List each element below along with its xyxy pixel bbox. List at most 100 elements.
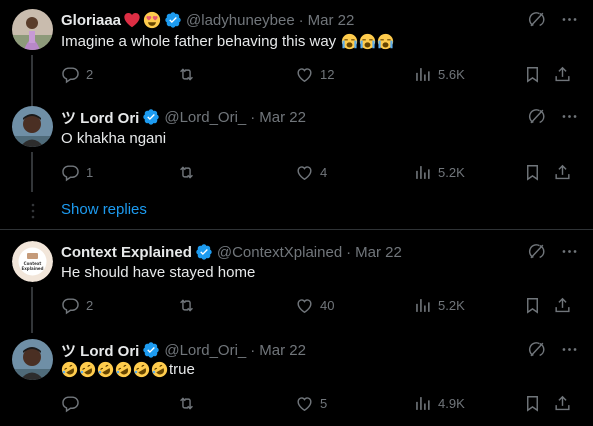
display-name[interactable]: Context Explained	[61, 244, 192, 261]
verified-badge-icon	[142, 341, 160, 359]
avatar[interactable]	[12, 9, 53, 50]
verified-badge-icon	[142, 108, 160, 126]
tweet-text-content: true	[169, 361, 195, 378]
separator: ·	[346, 243, 352, 261]
bookmark-button[interactable]	[523, 65, 553, 84]
share-button[interactable]	[553, 163, 572, 182]
tweet-actions: 5 4.9K	[61, 392, 579, 414]
reply-button[interactable]: 2	[61, 65, 177, 84]
grok-icon[interactable]	[527, 107, 546, 126]
views-button[interactable]: 4.9K	[413, 394, 523, 413]
tweet-actions: 2 40 5.2K	[61, 294, 579, 316]
views-button[interactable]: 5.2K	[413, 296, 523, 315]
tweet-header: ツ Lord Ori @Lord_Ori_ · Mar 22	[61, 340, 306, 360]
avatar[interactable]	[12, 106, 53, 147]
reply-button[interactable]	[61, 394, 177, 413]
more-icon[interactable]	[560, 242, 579, 261]
tweet-date[interactable]: Mar 22	[355, 244, 402, 261]
separator: ·	[250, 108, 256, 126]
tweet-top-actions	[527, 107, 579, 126]
bookmark-button[interactable]	[523, 394, 553, 413]
bookmark-button[interactable]	[523, 163, 553, 182]
tweet-header: ツ Lord Ori @Lord_Ori_ · Mar 22	[61, 107, 306, 127]
tweet-top-actions	[527, 242, 579, 261]
laughing-emojis	[61, 361, 168, 378]
reply-button[interactable]: 2	[61, 296, 177, 315]
loudly-crying-icon	[359, 33, 376, 50]
thread-line	[31, 152, 33, 192]
tweet-date[interactable]: Mar 22	[308, 12, 355, 29]
verified-badge-icon	[195, 243, 213, 261]
display-name[interactable]: ツ Lord Ori	[61, 107, 139, 128]
user-handle[interactable]: @Lord_Ori_	[164, 342, 246, 359]
reply-count: 2	[86, 66, 94, 82]
like-count: 40	[320, 297, 335, 313]
view-count: 5.2K	[438, 297, 465, 313]
tweet-top-actions	[527, 10, 579, 29]
rolling-laughing-icon	[133, 361, 150, 378]
more-icon[interactable]	[560, 107, 579, 126]
like-count: 4	[320, 164, 328, 180]
tweet-date[interactable]: Mar 22	[259, 342, 306, 359]
like-button[interactable]: 12	[295, 65, 413, 84]
user-handle[interactable]: @Lord_Ori_	[164, 109, 246, 126]
red-heart-icon	[123, 11, 141, 29]
like-button[interactable]: 5	[295, 394, 413, 413]
heart-eyes-icon	[143, 11, 161, 29]
rolling-laughing-icon	[61, 361, 78, 378]
tweet-text: O khakha ngani	[61, 130, 166, 147]
thread-line	[31, 55, 33, 113]
tweet-actions: 1 4 5.2K	[61, 161, 579, 183]
display-name[interactable]: ツ Lord Ori	[61, 340, 139, 361]
grok-icon[interactable]	[527, 242, 546, 261]
share-button[interactable]	[553, 394, 572, 413]
tweet-text: Imagine a whole father behaving this way	[61, 33, 394, 50]
more-icon[interactable]	[560, 340, 579, 359]
grok-icon[interactable]	[527, 340, 546, 359]
views-button[interactable]: 5.2K	[413, 163, 523, 182]
tweet-text: true	[61, 361, 195, 378]
view-count: 5.2K	[438, 164, 465, 180]
avatar[interactable]: Context Explained	[12, 241, 53, 282]
view-count: 5.6K	[438, 66, 465, 82]
retweet-button[interactable]	[177, 65, 295, 84]
retweet-button[interactable]	[177, 296, 295, 315]
show-replies-link[interactable]: Show replies	[61, 201, 147, 218]
svg-text:Explained: Explained	[21, 266, 43, 271]
retweet-button[interactable]	[177, 163, 295, 182]
bookmark-button[interactable]	[523, 296, 553, 315]
separator: ·	[298, 11, 304, 29]
rolling-laughing-icon	[97, 361, 114, 378]
view-count: 4.9K	[438, 395, 465, 411]
share-button[interactable]	[553, 296, 572, 315]
loudly-crying-icon	[341, 33, 358, 50]
tweet-text-content: O khakha ngani	[61, 130, 167, 147]
tweet-date[interactable]: Mar 22	[259, 109, 306, 126]
tweet-text-content: He should have stayed home	[61, 264, 256, 281]
views-button[interactable]: 5.6K	[413, 65, 523, 84]
user-handle[interactable]: @ladyhuneybee	[186, 12, 295, 29]
share-button[interactable]	[553, 65, 572, 84]
rolling-laughing-icon	[151, 361, 168, 378]
grok-icon[interactable]	[527, 10, 546, 29]
thread-dots-icon	[31, 203, 35, 219]
verified-badge-icon	[164, 11, 182, 29]
tweet-header: Gloriaaa @ladyhuneybee · Mar 22	[61, 10, 354, 30]
retweet-button[interactable]	[177, 394, 295, 413]
display-name[interactable]: Gloriaaa	[61, 12, 121, 29]
reply-button[interactable]: 1	[61, 163, 177, 182]
avatar[interactable]	[12, 339, 53, 380]
like-button[interactable]: 4	[295, 163, 413, 182]
separator: ·	[250, 341, 256, 359]
like-button[interactable]: 40	[295, 296, 413, 315]
tweet-top-actions	[527, 340, 579, 359]
tweet-actions: 2 12 5.6K	[61, 63, 579, 85]
crying-emojis	[341, 33, 394, 50]
tweet-text: He should have stayed home	[61, 264, 255, 281]
thread-line	[31, 287, 33, 333]
user-handle[interactable]: @ContextXplained	[217, 244, 342, 261]
reply-count: 2	[86, 297, 94, 313]
like-count: 5	[320, 395, 328, 411]
more-icon[interactable]	[560, 10, 579, 29]
loudly-crying-icon	[377, 33, 394, 50]
